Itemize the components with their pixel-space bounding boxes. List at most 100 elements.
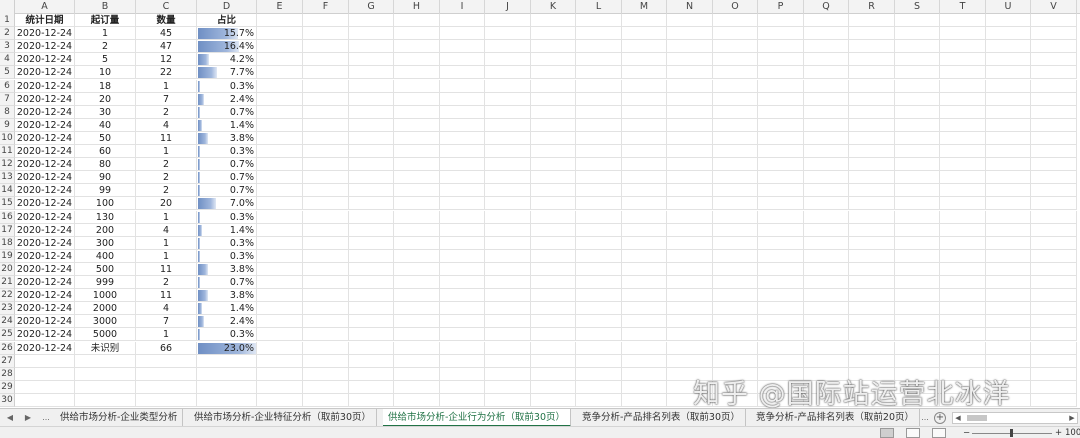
cell-I13[interactable] <box>440 171 485 185</box>
date-cell[interactable]: 2020-12-24 <box>15 92 75 106</box>
cell-T12[interactable] <box>940 158 986 172</box>
cell-Q27[interactable] <box>804 354 849 368</box>
cell-V10[interactable] <box>1031 131 1077 145</box>
cell-H27[interactable] <box>394 354 440 368</box>
cell-R20[interactable] <box>849 262 895 276</box>
cell-L11[interactable] <box>576 145 622 159</box>
row-header[interactable]: 10 <box>0 131 15 145</box>
qty-cell[interactable]: 4 <box>136 302 197 316</box>
cell-L16[interactable] <box>576 210 622 224</box>
cell-A30[interactable] <box>15 393 75 407</box>
cell-T7[interactable] <box>940 92 986 106</box>
qty-cell[interactable]: 7 <box>136 92 197 106</box>
cell-H9[interactable] <box>394 118 440 132</box>
cell-S3[interactable] <box>895 40 940 54</box>
cell-L29[interactable] <box>576 380 622 394</box>
cell-H25[interactable] <box>394 328 440 342</box>
cell-V2[interactable] <box>1031 27 1077 41</box>
cell-D30[interactable] <box>197 393 257 407</box>
percent-cell[interactable]: 0.7% <box>197 276 257 290</box>
cell-F30[interactable] <box>303 393 349 407</box>
cell-E22[interactable] <box>257 289 303 303</box>
column-header-N[interactable]: N <box>667 0 713 14</box>
cell-T13[interactable] <box>940 171 986 185</box>
percent-cell[interactable]: 1.4% <box>197 118 257 132</box>
cell-V3[interactable] <box>1031 40 1077 54</box>
cell-Q19[interactable] <box>804 249 849 263</box>
cell-M3[interactable] <box>622 40 667 54</box>
moq-cell[interactable]: 50 <box>75 131 136 145</box>
cell-R8[interactable] <box>849 105 895 119</box>
cell-R10[interactable] <box>849 131 895 145</box>
cell-V4[interactable] <box>1031 53 1077 67</box>
cell-H4[interactable] <box>394 53 440 67</box>
date-cell[interactable]: 2020-12-24 <box>15 118 75 132</box>
cell-E7[interactable] <box>257 92 303 106</box>
cell-R19[interactable] <box>849 249 895 263</box>
cell-H11[interactable] <box>394 145 440 159</box>
cell-E30[interactable] <box>257 393 303 407</box>
cell-U1[interactable] <box>986 14 1031 28</box>
cell-O14[interactable] <box>713 184 758 198</box>
cell-E19[interactable] <box>257 249 303 263</box>
cell-K22[interactable] <box>531 289 576 303</box>
cell-Q6[interactable] <box>804 79 849 93</box>
cell-P10[interactable] <box>758 131 804 145</box>
sheet-tab[interactable]: 竞争分析-产品排名列表（取前20页） <box>751 409 921 427</box>
cell-F21[interactable] <box>303 276 349 290</box>
cell-L26[interactable] <box>576 341 622 355</box>
cell-I1[interactable] <box>440 14 485 28</box>
cell-L2[interactable] <box>576 27 622 41</box>
cell-P5[interactable] <box>758 66 804 80</box>
date-cell[interactable]: 2020-12-24 <box>15 315 75 329</box>
cell-O4[interactable] <box>713 53 758 67</box>
cell-I22[interactable] <box>440 289 485 303</box>
cell-N14[interactable] <box>667 184 713 198</box>
cell-O10[interactable] <box>713 131 758 145</box>
cell-H21[interactable] <box>394 276 440 290</box>
cell-R4[interactable] <box>849 53 895 67</box>
qty-cell[interactable]: 66 <box>136 341 197 355</box>
cell-N15[interactable] <box>667 197 713 211</box>
cell-R13[interactable] <box>849 171 895 185</box>
row-header[interactable]: 30 <box>0 393 15 407</box>
row-header[interactable]: 12 <box>0 158 15 172</box>
cell-E26[interactable] <box>257 341 303 355</box>
cell-D29[interactable] <box>197 380 257 394</box>
row-header[interactable]: 15 <box>0 197 15 211</box>
cell-U5[interactable] <box>986 66 1031 80</box>
cell-S1[interactable] <box>895 14 940 28</box>
cell-E18[interactable] <box>257 236 303 250</box>
qty-cell[interactable]: 2 <box>136 171 197 185</box>
cell-I30[interactable] <box>440 393 485 407</box>
cell-J9[interactable] <box>485 118 531 132</box>
date-cell[interactable]: 2020-12-24 <box>15 223 75 237</box>
cell-L9[interactable] <box>576 118 622 132</box>
cell-N30[interactable] <box>667 393 713 407</box>
cell-E13[interactable] <box>257 171 303 185</box>
cell-P9[interactable] <box>758 118 804 132</box>
cell-F12[interactable] <box>303 158 349 172</box>
cell-O7[interactable] <box>713 92 758 106</box>
cell-U17[interactable] <box>986 223 1031 237</box>
row-header[interactable]: 6 <box>0 79 15 93</box>
cell-M28[interactable] <box>622 367 667 381</box>
cell-G30[interactable] <box>349 393 394 407</box>
row-header[interactable]: 1 <box>0 14 15 28</box>
cell-T17[interactable] <box>940 223 986 237</box>
cell-J1[interactable] <box>485 14 531 28</box>
cell-S22[interactable] <box>895 289 940 303</box>
cell-K20[interactable] <box>531 262 576 276</box>
zoom-level[interactable]: 100% <box>1065 427 1080 438</box>
cell-T14[interactable] <box>940 184 986 198</box>
header-cell[interactable]: 数量 <box>136 14 197 28</box>
cell-P18[interactable] <box>758 236 804 250</box>
cell-M25[interactable] <box>622 328 667 342</box>
cell-P25[interactable] <box>758 328 804 342</box>
cell-U4[interactable] <box>986 53 1031 67</box>
cell-P26[interactable] <box>758 341 804 355</box>
percent-cell[interactable]: 0.3% <box>197 145 257 159</box>
cell-V30[interactable] <box>1031 393 1077 407</box>
qty-cell[interactable]: 1 <box>136 249 197 263</box>
moq-cell[interactable]: 130 <box>75 210 136 224</box>
